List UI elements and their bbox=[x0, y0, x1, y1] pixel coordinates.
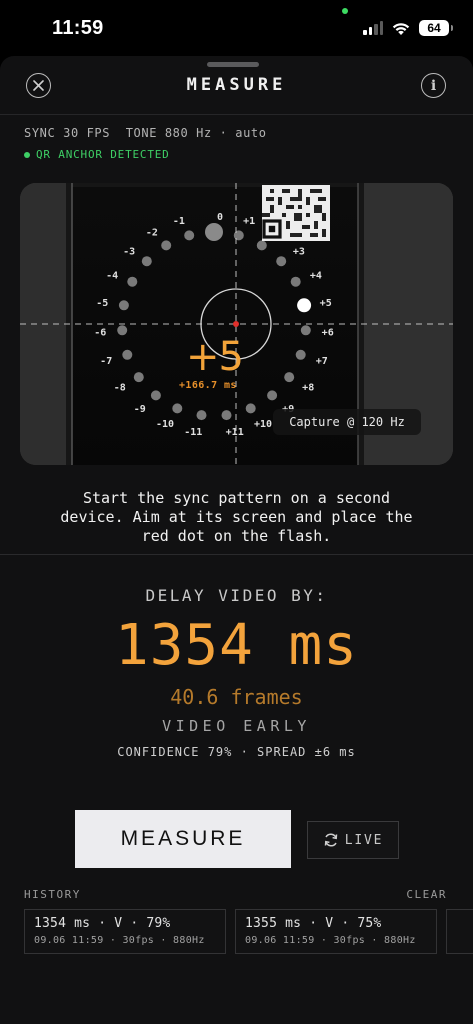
dial-label: +8 bbox=[302, 382, 314, 393]
dial-dot bbox=[276, 256, 287, 267]
settings-line: SYNC 30 FPS TONE 880 Hz · auto bbox=[24, 126, 267, 140]
frames-value: 40.6 frames bbox=[170, 685, 303, 709]
dial-dot bbox=[233, 230, 244, 241]
dial-dot bbox=[221, 410, 232, 421]
history-item[interactable]: 1355 ms · V · 75% 09.06 11:59 · 30fps · … bbox=[235, 909, 437, 954]
dial-dot bbox=[141, 256, 152, 267]
dial-dot bbox=[290, 276, 301, 287]
refresh-icon bbox=[324, 833, 337, 847]
page-title: MEASURE bbox=[186, 75, 287, 95]
dial-label: -2 bbox=[146, 228, 158, 239]
history-item[interactable]: 1354 ms · V · 79% 09.06 11:59 · 30fps · … bbox=[24, 909, 226, 954]
qr-anchor-code bbox=[262, 185, 330, 241]
dial-dot bbox=[150, 390, 161, 401]
wifi-icon bbox=[392, 22, 410, 35]
dial-dot bbox=[127, 276, 138, 287]
dial-label: +5 bbox=[320, 298, 332, 309]
instructions-line: device. Aim at its screen and place the bbox=[60, 508, 413, 526]
dial-dot bbox=[295, 349, 306, 360]
dial-label: -8 bbox=[114, 382, 126, 393]
dial-label: +7 bbox=[316, 356, 328, 367]
measure-sheet: MEASURE i SYNC 30 FPS TONE 880 Hz · auto… bbox=[0, 56, 473, 1024]
dial-label: -5 bbox=[96, 298, 108, 309]
status-icons: 64 bbox=[363, 20, 453, 36]
direction-label: VIDEO EARLY bbox=[162, 717, 311, 735]
dial-label: +3 bbox=[293, 246, 305, 257]
confidence-line: CONFIDENCE 79% · SPREAD ±6 ms bbox=[117, 745, 356, 759]
dial-label: -9 bbox=[134, 404, 146, 415]
instructions-line: Start the sync pattern on a second bbox=[82, 489, 391, 507]
dial-dot bbox=[117, 325, 128, 336]
reticle-red-dot bbox=[233, 321, 239, 327]
dial-label: +1 bbox=[243, 216, 255, 227]
dial-label: -4 bbox=[106, 270, 118, 281]
header-divider bbox=[0, 114, 473, 115]
history-list[interactable]: 1354 ms · V · 79% 09.06 11:59 · 30fps · … bbox=[24, 909, 473, 955]
anchor-status: QR ANCHOR DETECTED bbox=[24, 148, 170, 161]
delay-value: 1354 ms bbox=[114, 613, 358, 678]
history-item-peek[interactable] bbox=[446, 909, 473, 954]
status-bar: 11:59 64 bbox=[0, 0, 473, 56]
dial-dot bbox=[205, 223, 223, 241]
dial-label: -7 bbox=[100, 356, 112, 367]
dial-label: -1 bbox=[173, 216, 185, 227]
instructions: Start the sync pattern on a second devic… bbox=[30, 489, 443, 546]
dial-dot bbox=[267, 390, 278, 401]
dial-dot bbox=[297, 298, 312, 313]
dial-label: -3 bbox=[123, 246, 135, 257]
dial-dot bbox=[133, 372, 144, 383]
dial-label: +4 bbox=[310, 270, 322, 281]
dial-dot bbox=[184, 230, 195, 241]
dial-label: -10 bbox=[156, 419, 174, 430]
dial-dot bbox=[196, 410, 207, 421]
current-offset: +5 bbox=[186, 334, 244, 380]
instructions-line: red dot on the flash. bbox=[141, 527, 332, 545]
dial-dot bbox=[161, 240, 172, 251]
sheet-header: MEASURE i bbox=[0, 56, 473, 114]
clear-history-button[interactable]: CLEAR bbox=[406, 888, 447, 901]
camera-viewfinder[interactable]: 0+1+2+3+4+5+6+7+8+9+10+11-11-10-9-8-7-6-… bbox=[20, 183, 453, 465]
dial-dot bbox=[118, 300, 129, 311]
history-item-sub: 09.06 11:59 · 30fps · 880Hz bbox=[34, 935, 205, 946]
camera-indicator-dot bbox=[342, 8, 348, 14]
section-divider bbox=[0, 554, 473, 555]
history-item-sub: 09.06 11:59 · 30fps · 880Hz bbox=[245, 935, 416, 946]
dial-label: +6 bbox=[322, 327, 334, 338]
dial-label: +11 bbox=[226, 427, 244, 438]
delay-label: DELAY VIDEO BY: bbox=[145, 586, 328, 605]
history-item-main: 1354 ms · V · 79% bbox=[34, 916, 171, 931]
anchor-status-dot bbox=[24, 151, 30, 158]
close-button[interactable] bbox=[26, 73, 51, 98]
status-time: 11:59 bbox=[52, 16, 104, 39]
signal-icon bbox=[363, 21, 383, 35]
dial-dot bbox=[172, 403, 183, 414]
dial-dot bbox=[300, 325, 311, 336]
dial-dot bbox=[122, 349, 133, 360]
measure-button[interactable]: MEASURE bbox=[75, 810, 291, 868]
dial-dot bbox=[256, 240, 267, 251]
live-button[interactable]: LIVE bbox=[307, 821, 399, 859]
history-label: HISTORY bbox=[24, 888, 81, 901]
capture-rate-badge: Capture @ 120 Hz bbox=[273, 409, 421, 435]
dial-dot bbox=[245, 403, 256, 414]
close-icon bbox=[33, 80, 44, 91]
dial-label: -11 bbox=[184, 427, 202, 438]
dial-label: 0 bbox=[217, 212, 223, 223]
history-item-main: 1355 ms · V · 75% bbox=[245, 916, 382, 931]
info-button[interactable]: i bbox=[421, 73, 446, 98]
battery-icon: 64 bbox=[419, 20, 453, 36]
dial-label: +10 bbox=[254, 419, 272, 430]
current-offset-ms: +166.7 ms bbox=[179, 380, 237, 391]
info-icon: i bbox=[430, 77, 437, 94]
live-button-label: LIVE bbox=[344, 832, 384, 848]
dial-label: -6 bbox=[94, 327, 106, 338]
dial-dot bbox=[284, 372, 295, 383]
anchor-status-text: QR ANCHOR DETECTED bbox=[36, 148, 170, 161]
